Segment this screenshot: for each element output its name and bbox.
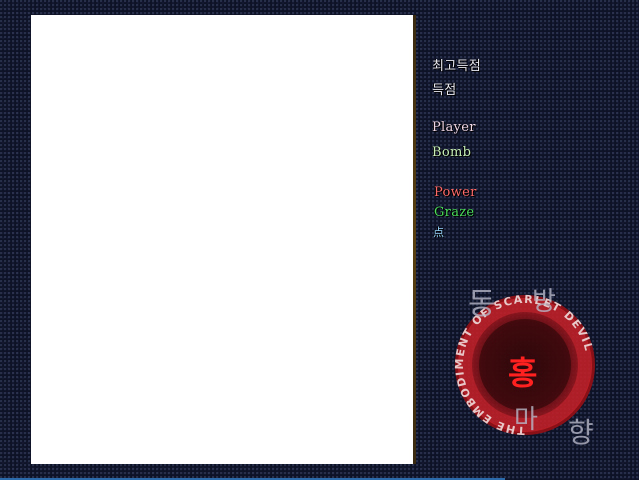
play-field bbox=[31, 15, 413, 464]
logo-char-3: 홍 bbox=[508, 354, 537, 392]
bomb-label: Bomb bbox=[432, 145, 472, 160]
playfield-border bbox=[413, 15, 416, 464]
score-label: 득점 bbox=[432, 83, 457, 98]
logo-char-2: 방 bbox=[532, 287, 556, 317]
game-logo: THE EMBODIMENT OF SCARLET DEVIL 동 방 홍 마 … bbox=[453, 287, 595, 449]
graze-label: Graze bbox=[434, 205, 475, 220]
logo-char-1: 동 bbox=[468, 287, 496, 322]
logo-char-4: 마 bbox=[514, 405, 538, 435]
logo-char-5: 향 bbox=[568, 416, 594, 449]
player-label: Player bbox=[432, 120, 476, 135]
point-label: 点 bbox=[433, 226, 445, 239]
power-label: Power bbox=[434, 185, 477, 200]
hiscore-label: 최고득점 bbox=[432, 59, 482, 74]
